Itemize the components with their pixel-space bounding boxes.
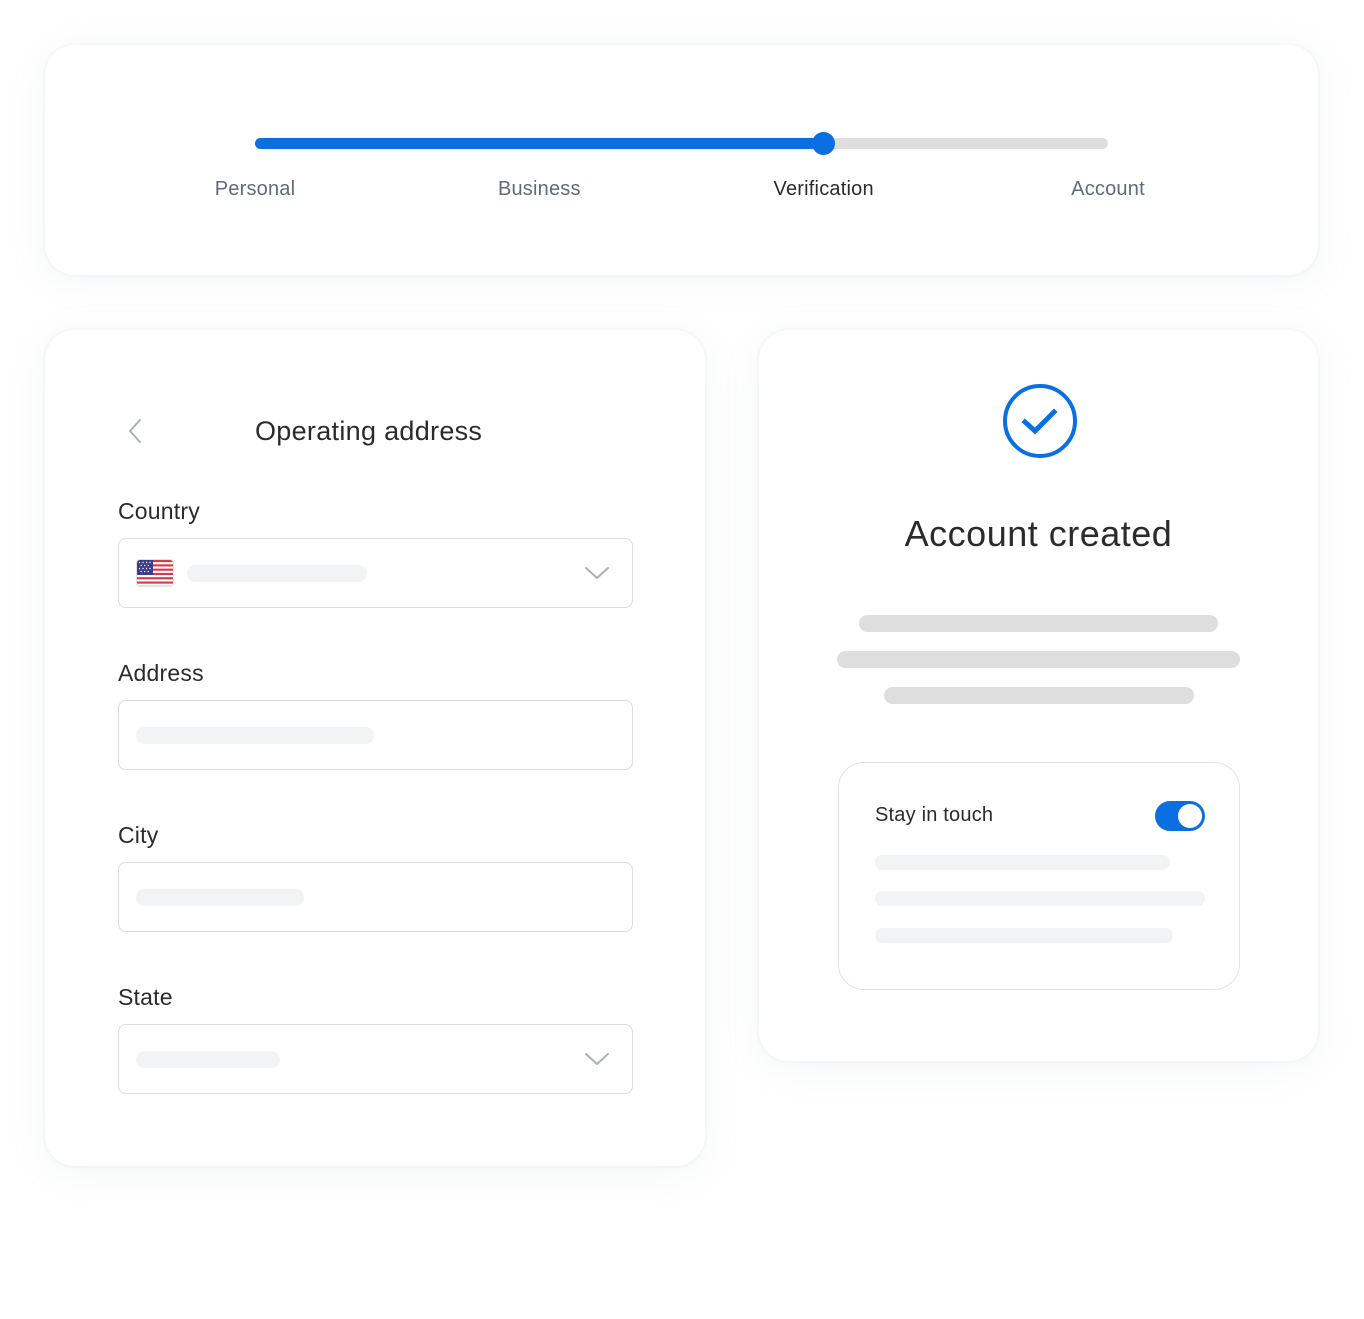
step-account[interactable]: Account (1071, 178, 1145, 201)
chevron-down-icon (585, 567, 609, 579)
preference-text-line (875, 891, 1205, 906)
progress-fill (255, 138, 824, 149)
description-line (837, 651, 1240, 668)
success-title: Account created (904, 513, 1173, 554)
address-label: Address (118, 660, 204, 686)
operating-address-card: Operating address Country Address City S… (45, 330, 705, 1166)
state-select[interactable] (118, 1024, 633, 1094)
state-label: State (118, 984, 173, 1010)
description-line (884, 687, 1194, 704)
country-value-placeholder (187, 565, 367, 582)
progress-stepper-card: Personal Business Verification Account (45, 45, 1318, 275)
chevron-down-icon (585, 1053, 609, 1065)
chevron-left-icon (129, 419, 141, 443)
check-circle-icon (1003, 384, 1077, 458)
city-value-placeholder (136, 889, 304, 906)
city-label: City (118, 822, 159, 848)
step-personal[interactable]: Personal (215, 178, 296, 201)
preference-text-line (875, 928, 1173, 943)
toggle-knob (1178, 804, 1202, 828)
country-label: Country (118, 498, 200, 524)
stay-in-touch-toggle[interactable] (1155, 801, 1205, 831)
back-button[interactable] (123, 416, 147, 446)
preference-text-line (875, 855, 1170, 870)
step-verification[interactable]: Verification (774, 178, 874, 201)
step-business[interactable]: Business (498, 178, 581, 201)
progress-current-step-marker[interactable] (811, 132, 835, 155)
stay-in-touch-panel: Stay in touch (838, 762, 1240, 990)
progress-track (255, 132, 1108, 155)
description-line (859, 615, 1218, 632)
form-title: Operating address (255, 416, 483, 446)
account-created-card: Account created Stay in touch (759, 330, 1318, 1061)
stay-in-touch-label: Stay in touch (875, 804, 994, 826)
address-value-placeholder (136, 727, 374, 744)
country-select[interactable] (118, 538, 633, 608)
us-flag-icon (136, 559, 174, 587)
city-input[interactable] (118, 862, 633, 932)
address-input[interactable] (118, 700, 633, 770)
state-value-placeholder (136, 1051, 280, 1068)
